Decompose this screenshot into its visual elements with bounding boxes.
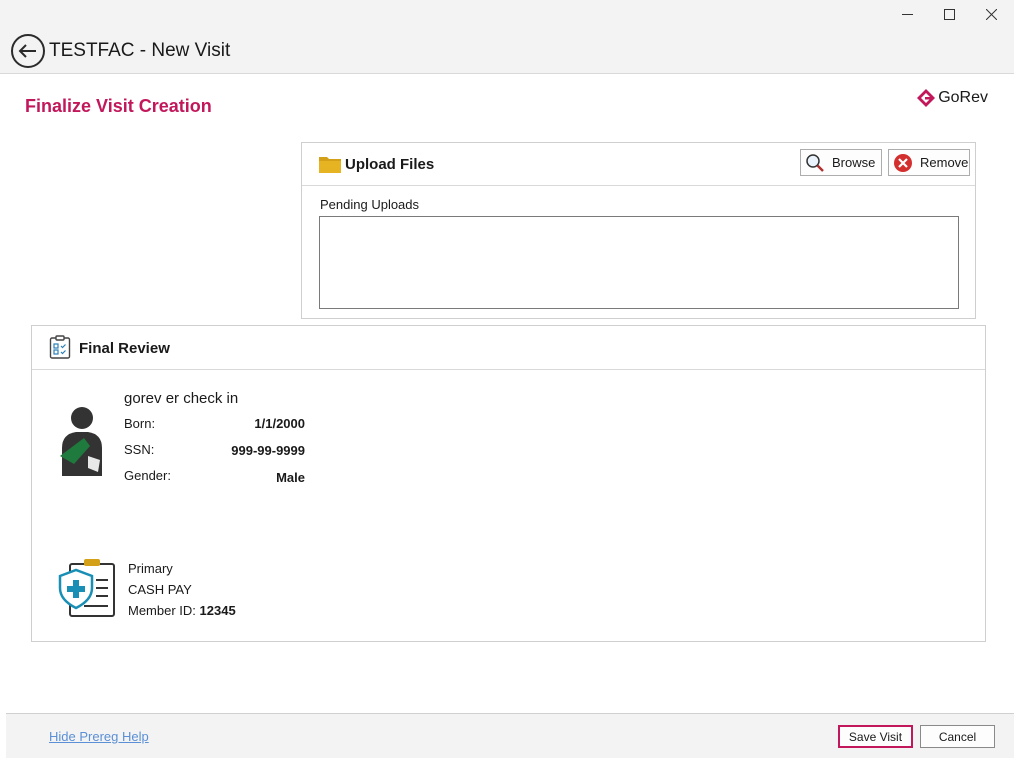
- pending-uploads-label: Pending Uploads: [320, 197, 420, 212]
- upload-files-title: Upload Files: [345, 156, 435, 173]
- save-visit-button[interactable]: Save Visit: [838, 725, 913, 748]
- insurance-card-icon: [58, 559, 115, 617]
- remove-icon: [894, 153, 912, 172]
- ssn-value: 999-99-9999: [231, 443, 305, 458]
- final-review-title: Final Review: [79, 340, 170, 357]
- final-review-header: Final Review: [32, 326, 985, 370]
- arrow-left-icon: [18, 44, 36, 58]
- window-title: TESTFAC - New Visit: [49, 40, 231, 61]
- maximize-button[interactable]: [926, 0, 972, 28]
- gorev-logo-icon: [917, 89, 936, 107]
- final-review-panel: Final Review gorev er check in Born: 1/1…: [31, 325, 986, 642]
- minimize-button[interactable]: [884, 0, 930, 28]
- member-id-label: Member ID:: [128, 603, 196, 618]
- born-value: 1/1/2000: [254, 416, 305, 431]
- clipboard-checklist-icon: [49, 335, 71, 359]
- remove-button[interactable]: Remove: [888, 149, 970, 176]
- back-button[interactable]: [11, 34, 45, 68]
- insurance-payer: CASH PAY: [128, 582, 192, 597]
- brand-logo: GoRev: [916, 88, 988, 108]
- remove-label: Remove: [920, 155, 969, 170]
- patient-name: gorev er check in: [124, 390, 239, 407]
- close-window-button[interactable]: [968, 0, 1014, 28]
- maximize-icon: [943, 8, 955, 20]
- brand-name: GoRev: [938, 89, 988, 106]
- member-id-value: 12345: [199, 603, 236, 618]
- window-controls: [0, 0, 1014, 28]
- upload-files-panel: Upload Files Browse Remove Pending Uploa…: [301, 142, 976, 319]
- ssn-label: SSN:: [124, 442, 155, 457]
- gender-value: Male: [276, 470, 305, 485]
- gender-label: Gender:: [124, 468, 171, 483]
- upload-files-header: Upload Files Browse Remove: [302, 143, 975, 186]
- born-label: Born:: [124, 416, 156, 431]
- close-icon: [985, 8, 997, 20]
- app-header: TESTFAC - New Visit: [0, 28, 1014, 74]
- pending-uploads-list[interactable]: [319, 216, 959, 309]
- footer-bar: Hide Prereg Help Save Visit Cancel: [6, 713, 1014, 758]
- cancel-button[interactable]: Cancel: [920, 725, 995, 748]
- hide-prereg-help-link[interactable]: Hide Prereg Help: [49, 729, 149, 744]
- browse-label: Browse: [832, 155, 876, 170]
- minimize-icon: [901, 13, 913, 15]
- member-id-row: Member ID: 12345: [128, 603, 236, 618]
- magnifier-icon: [806, 153, 824, 172]
- page-title: Finalize Visit Creation: [25, 96, 212, 116]
- folder-icon: [319, 157, 341, 173]
- insurance-rank: Primary: [128, 561, 173, 576]
- patient-sling-icon: [60, 407, 102, 476]
- browse-button[interactable]: Browse: [800, 149, 882, 176]
